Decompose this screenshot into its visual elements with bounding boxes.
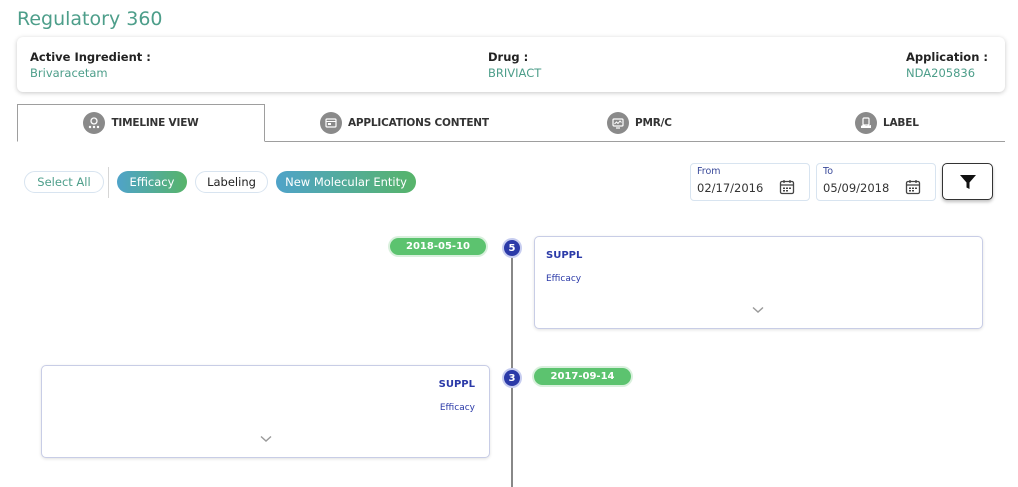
tab-timeline-view[interactable]: TIMELINE VIEW — [17, 104, 265, 142]
efficacy-chip[interactable]: Efficacy — [117, 171, 187, 193]
event-category: Efficacy — [546, 274, 582, 284]
tab-pmr-c[interactable]: PMR/C — [607, 104, 672, 142]
labeling-chip[interactable]: Labeling — [195, 171, 268, 193]
from-date-field[interactable]: From 02/17/2016 — [690, 163, 810, 201]
timeline-event-card[interactable]: SUPPL Efficacy — [534, 236, 983, 329]
application-info-card: Active Ingredient : Brivaracetam Drug : … — [17, 37, 1005, 92]
timeline-date-pill: 2018-05-10 — [390, 238, 486, 255]
filter-divider — [108, 167, 109, 198]
active-ingredient-value: Brivaracetam — [30, 66, 108, 80]
timeline-icon — [83, 112, 106, 134]
active-ingredient-block: Active Ingredient : Brivaracetam — [30, 50, 151, 80]
timeline-node: 5 — [502, 238, 522, 258]
from-date-value[interactable]: 02/17/2016 — [697, 181, 763, 195]
application-label: Application : — [906, 50, 988, 64]
app-title: Regulatory 360 — [17, 8, 163, 30]
drug-label: Drug : — [488, 50, 529, 64]
application-value: NDA205836 — [906, 66, 976, 80]
to-date-label: To — [823, 166, 834, 177]
tab-label-view[interactable]: LABEL — [855, 104, 919, 142]
timeline-date-pill: 2017-09-14 — [534, 368, 631, 385]
tab-label: PMR/C — [635, 117, 672, 129]
active-ingredient-label: Active Ingredient : — [30, 50, 151, 64]
drug-value: BRIVIACT — [488, 66, 542, 80]
chevron-down-icon[interactable] — [751, 306, 765, 314]
view-tabs: TIMELINE VIEW APPLICATIONS CONTENT PMR/C… — [17, 104, 1005, 142]
new-molecular-entity-chip[interactable]: New Molecular Entity — [276, 171, 416, 193]
tab-label: APPLICATIONS CONTENT — [348, 117, 489, 129]
event-type: SUPPL — [546, 250, 583, 261]
applications-icon — [320, 112, 342, 134]
event-type: SUPPL — [438, 379, 475, 390]
label-icon — [855, 112, 877, 134]
timeline-node: 3 — [502, 368, 522, 388]
to-date-value[interactable]: 05/09/2018 — [823, 181, 889, 195]
calendar-icon[interactable] — [905, 179, 921, 195]
timeline-event-card[interactable]: SUPPL Efficacy — [41, 365, 490, 458]
chevron-down-icon[interactable] — [259, 435, 273, 443]
event-category: Efficacy — [439, 403, 475, 413]
monitor-icon — [607, 112, 629, 134]
filter-icon — [959, 174, 976, 189]
tab-applications-content[interactable]: APPLICATIONS CONTENT — [320, 104, 489, 142]
drug-block: Drug : BRIVIACT — [488, 50, 541, 80]
filter-button[interactable] — [942, 163, 993, 200]
calendar-icon[interactable] — [779, 179, 795, 195]
from-date-label: From — [697, 166, 721, 177]
tab-label: LABEL — [883, 117, 919, 129]
tab-label: TIMELINE VIEW — [111, 117, 199, 129]
select-all-chip[interactable]: Select All — [24, 171, 104, 193]
application-block: Application : NDA205836 — [906, 50, 988, 80]
to-date-field[interactable]: To 05/09/2018 — [816, 163, 936, 201]
